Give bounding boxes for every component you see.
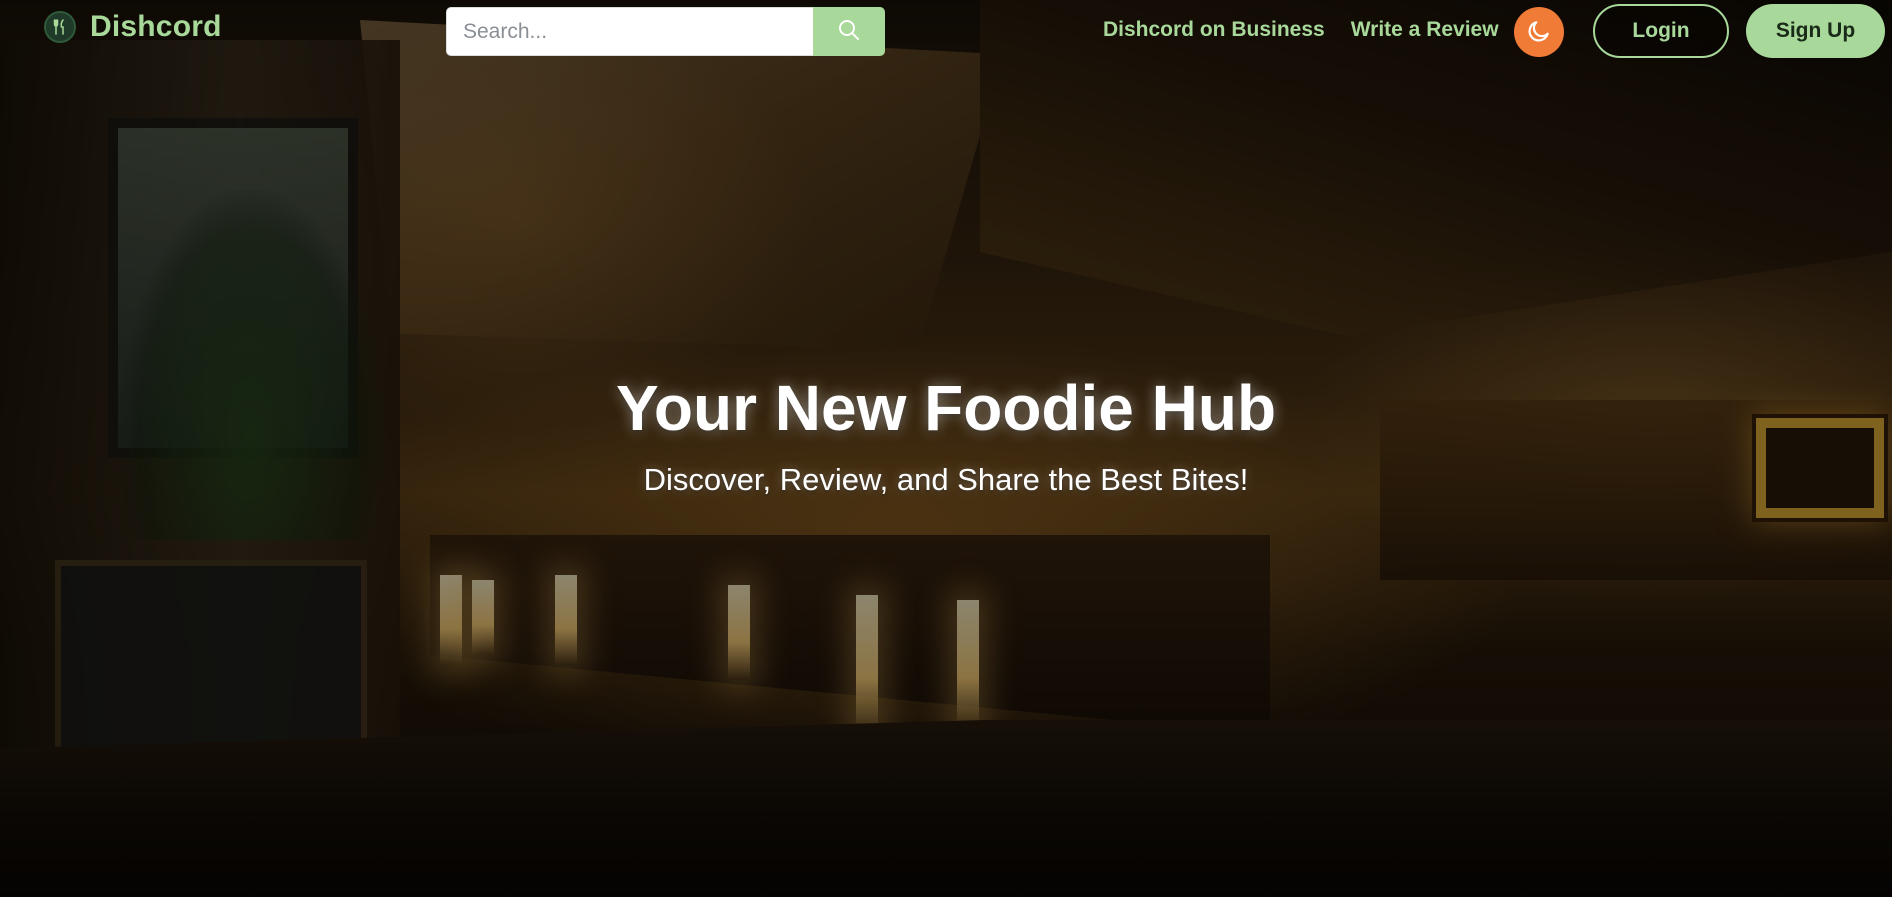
navbar: Dishcord Dishcord on Business Write a Re… (0, 0, 1892, 62)
search-icon (837, 18, 861, 45)
search-form (446, 7, 885, 56)
hero-title: Your New Foodie Hub (615, 372, 1277, 444)
hero-subtitle: Discover, Review, and Share the Best Bit… (643, 461, 1249, 497)
signup-button[interactable]: Sign Up (1746, 4, 1885, 58)
hero-section: Your New Foodie Hub Discover, Review, an… (0, 372, 1892, 498)
fork-knife-icon (44, 11, 76, 43)
search-button[interactable] (813, 7, 885, 56)
search-input[interactable] (446, 7, 813, 56)
theme-toggle-button[interactable] (1514, 7, 1564, 57)
nav-link-dishcord-on-business[interactable]: Dishcord on Business (1103, 18, 1325, 42)
moon-icon (1526, 18, 1552, 47)
nav-link-write-a-review[interactable]: Write a Review (1351, 18, 1499, 42)
brand-logo-link[interactable]: Dishcord (44, 10, 222, 44)
brand-name: Dishcord (90, 10, 222, 43)
nav-links: Dishcord on Business Write a Review (1103, 18, 1499, 42)
login-button[interactable]: Login (1593, 4, 1729, 58)
page: Dishcord Dishcord on Business Write a Re… (0, 0, 1892, 897)
